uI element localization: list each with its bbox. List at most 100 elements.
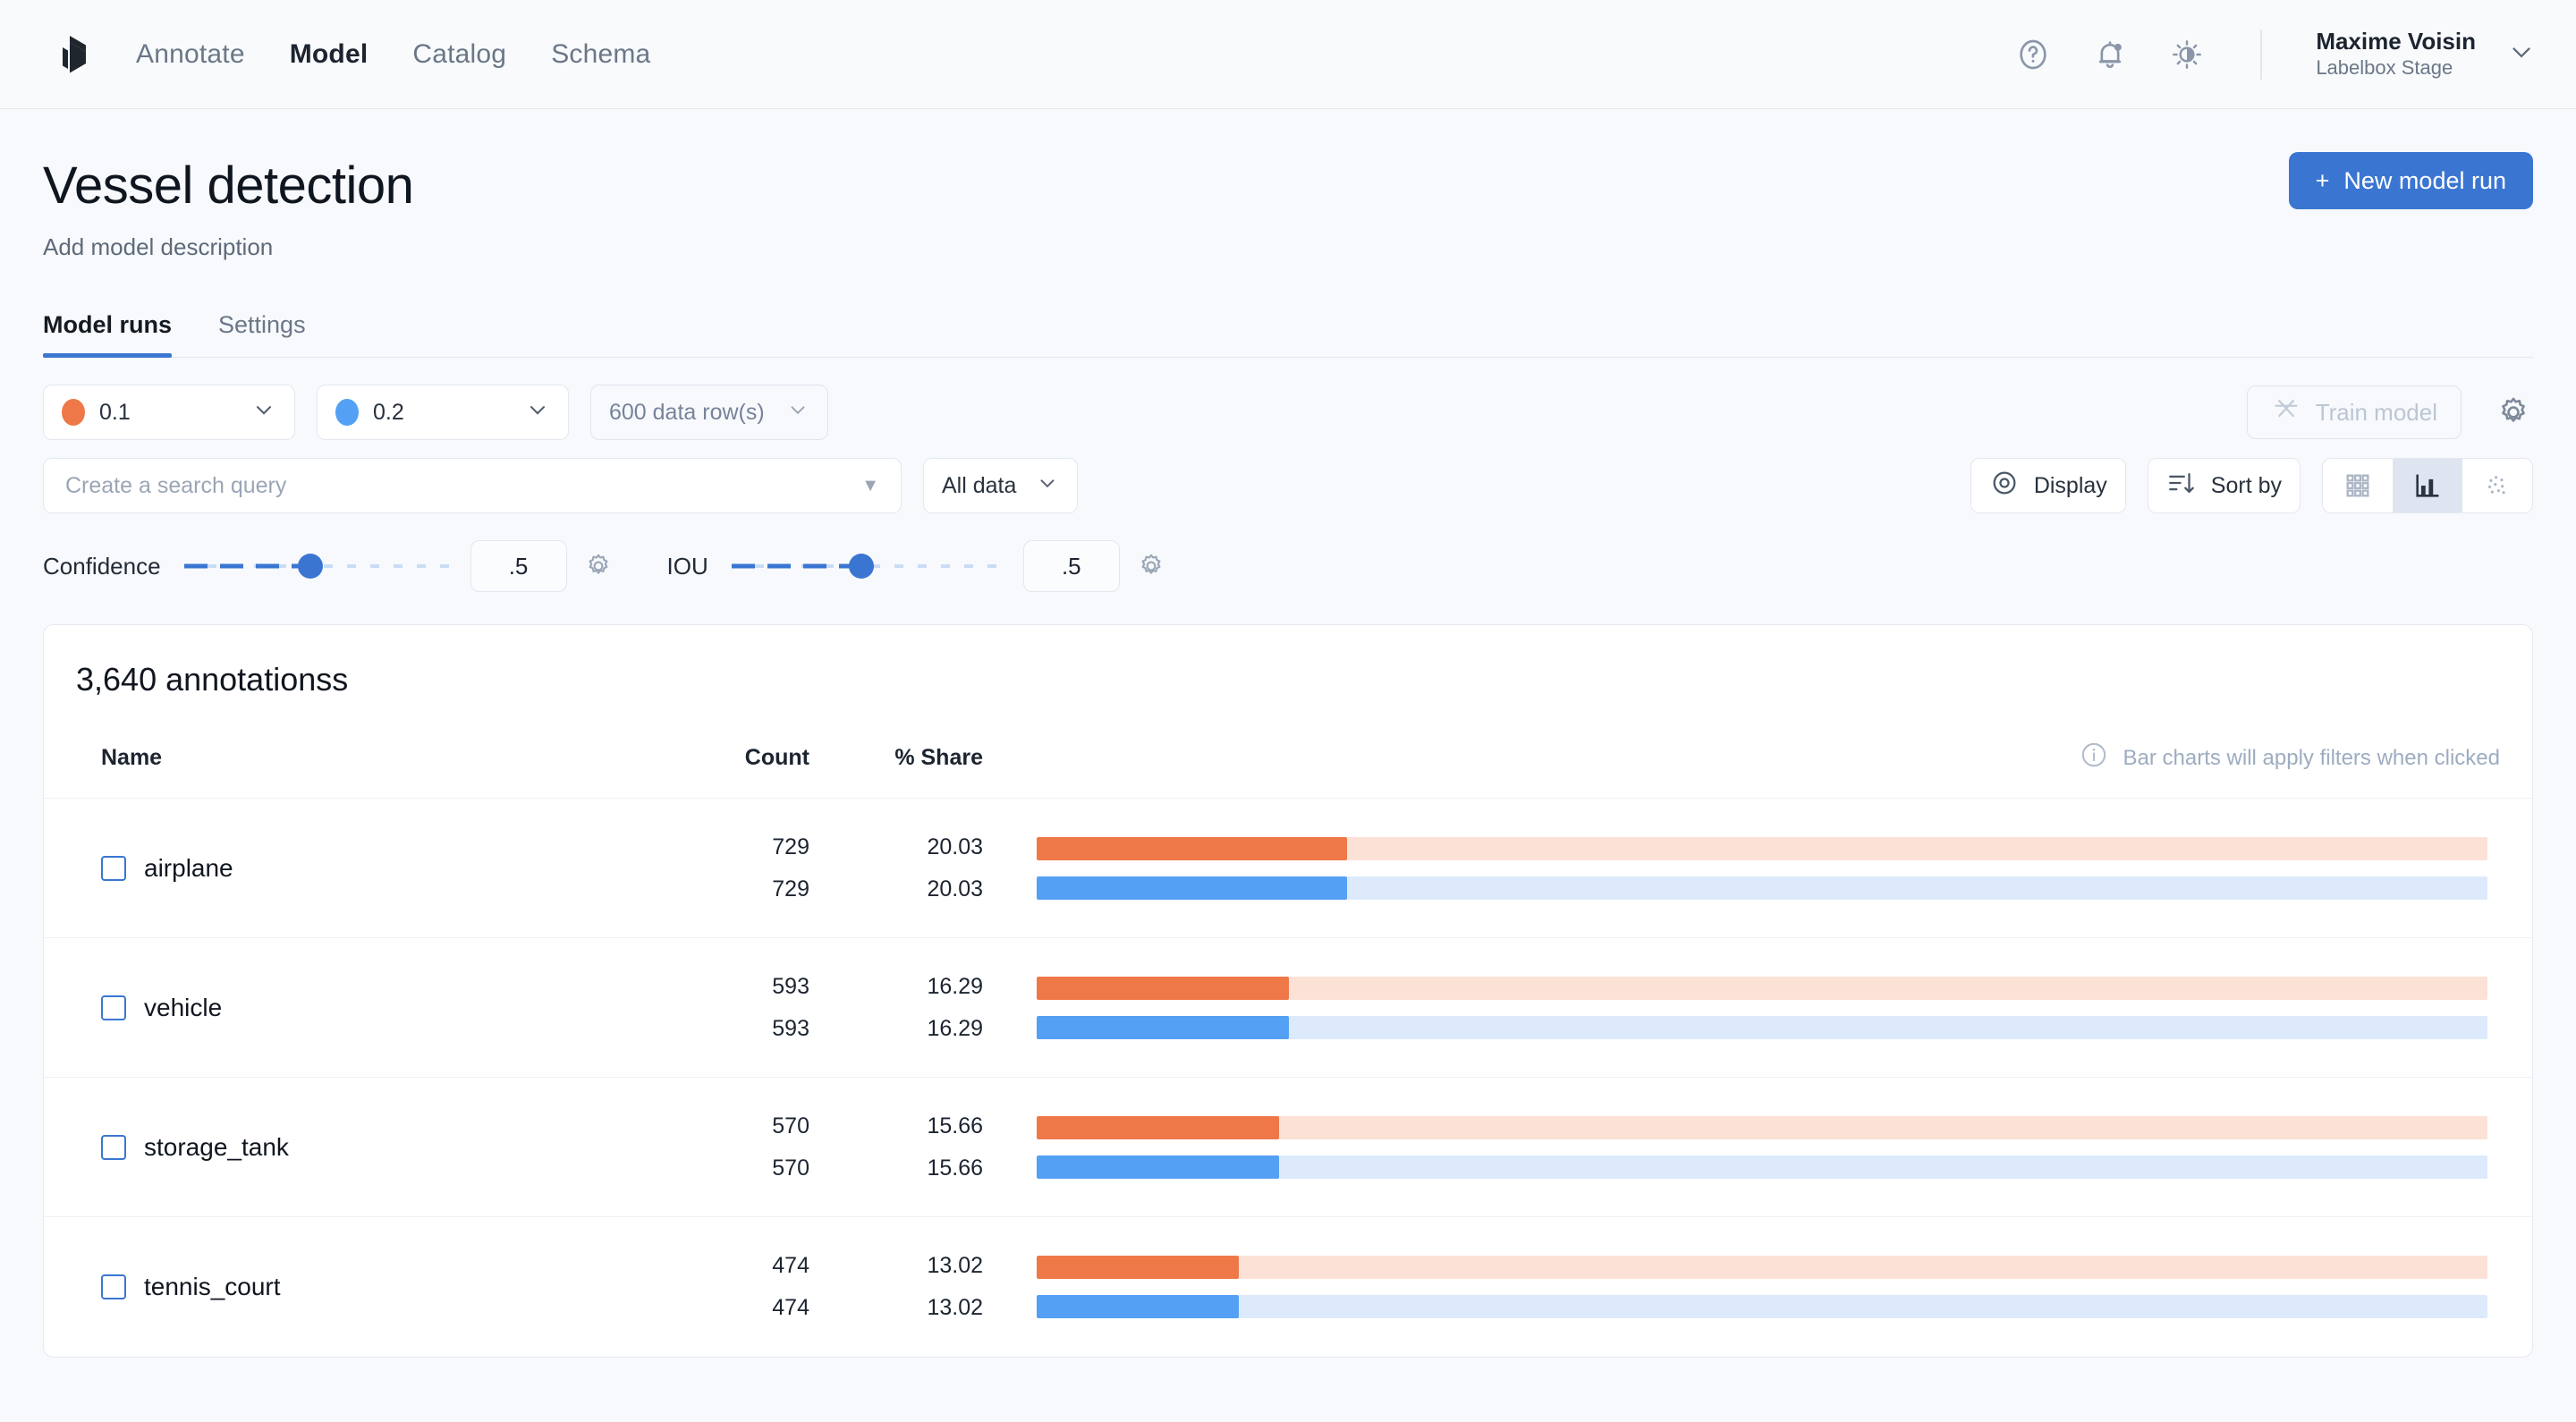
threshold-sliders: Confidence IOU xyxy=(43,540,2533,592)
nav-link-schema[interactable]: Schema xyxy=(551,39,650,70)
row-share-value: 13.02 xyxy=(927,1253,983,1279)
new-model-run-button[interactable]: + New model run xyxy=(2288,152,2533,209)
bar-track[interactable] xyxy=(1037,1115,2487,1139)
bell-notification-icon[interactable] xyxy=(2090,35,2130,74)
bar-fill[interactable] xyxy=(1037,1115,1280,1139)
row-share-value: 13.02 xyxy=(927,1294,983,1320)
search-query-box[interactable]: ▼ xyxy=(43,458,902,513)
chevron-down-icon[interactable] xyxy=(241,397,276,427)
row-name-cell: airplane xyxy=(76,854,631,883)
bar-track[interactable] xyxy=(1037,836,2487,860)
slider-thumb[interactable] xyxy=(848,554,874,579)
nav-link-catalog[interactable]: Catalog xyxy=(412,39,506,70)
row-count-value: 474 xyxy=(772,1294,809,1320)
row-share-value: 15.66 xyxy=(927,1113,983,1139)
data-scope-selector[interactable]: All data xyxy=(923,458,1079,513)
confidence-label: Confidence xyxy=(43,552,161,580)
confidence-value-input[interactable] xyxy=(470,540,567,592)
table-row[interactable]: airplane 729 729 20.03 20.03 xyxy=(44,798,2532,937)
bar-fill[interactable] xyxy=(1037,836,1348,860)
row-checkbox[interactable] xyxy=(101,995,126,1020)
table-row[interactable]: tennis_court 474 474 13.02 13.02 xyxy=(44,1216,2532,1356)
model-run-b-selector[interactable]: 0.2 xyxy=(317,385,569,440)
gear-icon[interactable] xyxy=(2494,393,2533,432)
table-row[interactable]: vehicle 593 593 16.29 16.29 xyxy=(44,937,2532,1077)
chevron-down-icon[interactable] xyxy=(1030,471,1059,501)
iou-value-input[interactable] xyxy=(1022,540,1120,592)
view-mode-segmented-control xyxy=(2322,458,2533,513)
labelbox-cube-icon[interactable] xyxy=(50,33,89,76)
table-row[interactable]: storage_tank 570 570 15.66 15.66 xyxy=(44,1077,2532,1216)
model-run-a-selector[interactable]: 0.1 xyxy=(43,385,295,440)
row-name-cell: vehicle xyxy=(76,994,631,1022)
row-count-cell: 729 729 xyxy=(631,826,809,910)
row-label: vehicle xyxy=(144,993,223,1021)
bar-fill[interactable] xyxy=(1037,1294,1239,1318)
iou-slider[interactable] xyxy=(731,548,1007,584)
iou-label: IOU xyxy=(666,552,708,580)
chevron-down-icon[interactable] xyxy=(2506,37,2537,72)
brightness-icon[interactable] xyxy=(2167,35,2207,74)
slider-track-filled xyxy=(183,563,311,569)
search-input[interactable] xyxy=(65,472,862,499)
column-header-name: Name xyxy=(101,745,163,770)
nav-link-model[interactable]: Model xyxy=(290,39,369,70)
tab-model-runs[interactable]: Model runs xyxy=(43,311,173,358)
sort-by-button[interactable]: Sort by xyxy=(2147,458,2301,513)
annotations-card: 3,640 annotationss Name Count % Share Ba… xyxy=(43,624,2533,1358)
bar-track[interactable] xyxy=(1037,1015,2487,1039)
info-circle-icon xyxy=(2079,740,2109,776)
column-header-share: % Share xyxy=(894,745,983,770)
row-share-value: 15.66 xyxy=(927,1155,983,1181)
data-rows-selector[interactable]: 600 data row(s) xyxy=(590,385,828,440)
bar-track[interactable] xyxy=(1037,876,2487,900)
row-checkbox[interactable] xyxy=(101,855,126,881)
bar-track[interactable] xyxy=(1037,976,2487,1000)
row-checkbox[interactable] xyxy=(101,1134,126,1160)
display-button[interactable]: Display xyxy=(1970,458,2126,513)
row-bar-group xyxy=(1006,1115,2500,1179)
run-a-color-dot xyxy=(62,399,85,426)
model-description-placeholder[interactable]: Add model description xyxy=(43,233,2533,261)
bar-track[interactable] xyxy=(1037,1155,2487,1179)
row-count-cell: 570 570 xyxy=(631,1105,809,1189)
user-menu[interactable]: Maxime Voisin Labelbox Stage xyxy=(2316,27,2537,81)
row-bar-group xyxy=(1006,976,2500,1039)
scatter-view-icon[interactable] xyxy=(2462,459,2532,512)
row-checkbox[interactable] xyxy=(101,1274,126,1299)
plus-icon: + xyxy=(2315,166,2330,194)
row-bar-group xyxy=(1006,1255,2500,1318)
bar-fill[interactable] xyxy=(1037,1255,1239,1279)
nav-link-annotate[interactable]: Annotate xyxy=(136,39,245,70)
gear-icon[interactable] xyxy=(583,551,614,581)
gear-icon[interactable] xyxy=(1136,551,1166,581)
new-model-run-label: New model run xyxy=(2343,166,2506,194)
train-model-button[interactable]: Train model xyxy=(2246,385,2462,439)
annotations-table-body: airplane 729 729 20.03 20.03 vehicle 593 593 16.… xyxy=(44,798,2532,1356)
bar-fill[interactable] xyxy=(1037,876,1348,900)
confidence-slider[interactable] xyxy=(183,548,454,584)
page-header: Vessel detection Add model description +… xyxy=(0,109,2576,261)
user-name: Maxime Voisin xyxy=(2316,27,2476,55)
bar-chart-view-icon[interactable] xyxy=(2393,459,2462,512)
tab-settings[interactable]: Settings xyxy=(218,311,306,357)
bar-track[interactable] xyxy=(1037,1294,2487,1318)
chevron-down-icon[interactable] xyxy=(779,398,809,427)
bar-fill[interactable] xyxy=(1037,1015,1290,1039)
table-header-row: Name Count % Share Bar charts will apply… xyxy=(44,698,2532,798)
display-label: Display xyxy=(2033,472,2107,498)
bar-track[interactable] xyxy=(1037,1255,2487,1279)
grid-view-icon[interactable] xyxy=(2323,459,2393,512)
row-count-value: 570 xyxy=(772,1155,809,1181)
help-circle-icon[interactable] xyxy=(2013,35,2053,74)
slider-thumb[interactable] xyxy=(298,554,324,579)
row-share-cell: 20.03 20.03 xyxy=(809,826,1006,910)
bar-fill[interactable] xyxy=(1037,1155,1280,1179)
slider-track-filled xyxy=(731,563,861,569)
caret-down-icon[interactable]: ▼ xyxy=(861,476,879,496)
header-divider xyxy=(2260,29,2263,80)
chevron-down-icon[interactable] xyxy=(514,397,550,427)
row-count-value: 474 xyxy=(772,1253,809,1279)
bar-fill[interactable] xyxy=(1037,976,1290,1000)
row-count-value: 729 xyxy=(772,834,809,860)
